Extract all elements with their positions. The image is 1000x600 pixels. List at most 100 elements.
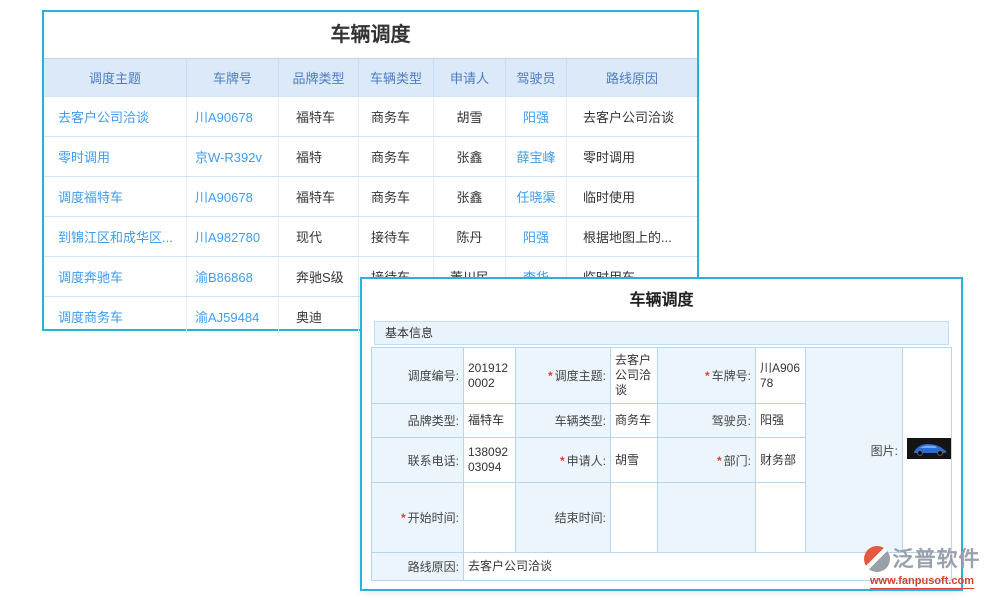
cell-plate-link[interactable]: 川A90678 [186, 97, 278, 136]
col-header-plate: 车牌号 [186, 59, 278, 96]
vehicle-dispatch-detail-panel: 车辆调度 基本信息 调度编号: 2019120002 *调度主题: 去客户公司洽… [360, 277, 963, 591]
required-marker: * [401, 511, 406, 525]
car-photo-thumbnail[interactable] [907, 438, 952, 459]
section-basic-info: 基本信息 [374, 321, 949, 345]
cell-brand: 现代 [278, 217, 358, 256]
label-text: 车辆类型: [555, 414, 606, 428]
col-header-applicant: 申请人 [433, 59, 505, 96]
cell-applicant: 陈丹 [433, 217, 505, 256]
screen: 车辆调度 调度主题 车牌号 品牌类型 车辆类型 申请人 驾驶员 路线原因 去客户… [0, 0, 1000, 600]
end-time-label: 结束时间: [516, 483, 611, 553]
cell-plate-link[interactable]: 川A90678 [186, 177, 278, 216]
cell-vtype: 商务车 [358, 137, 433, 176]
phone-field[interactable]: 13809203094 [464, 438, 516, 483]
label-text: 调度主题: [555, 369, 606, 383]
required-marker: * [705, 369, 710, 383]
vtype-label: 车辆类型: [516, 404, 611, 438]
subject-label: *调度主题: [516, 348, 611, 404]
cell-plate-link[interactable]: 渝AJ59484 [186, 297, 278, 336]
table-row: 到锦江区和成华区... 川A982780 现代 接待车 陈丹 阳强 根据地图上的… [44, 216, 697, 256]
cell-subject-link[interactable]: 调度奔驰车 [44, 257, 186, 296]
dept-label: *部门: [658, 438, 756, 483]
cell-subject-link[interactable]: 零时调用 [44, 137, 186, 176]
label-text: 联系电话: [408, 454, 459, 468]
cell-brand: 福特车 [278, 97, 358, 136]
fanpu-watermark: 泛普软件 www.fanpusoft.com [852, 546, 992, 589]
cell-reason: 去客户公司洽谈 [566, 97, 697, 136]
cell-applicant: 胡雪 [433, 97, 505, 136]
start-time-label: *开始时间: [372, 483, 464, 553]
cell-brand: 福特车 [278, 177, 358, 216]
cell-vtype: 商务车 [358, 97, 433, 136]
reason-label: 路线原因: [372, 553, 464, 581]
cell-reason: 零时调用 [566, 137, 697, 176]
fanpu-logo: 泛普软件 [852, 546, 992, 572]
cell-driver-link[interactable]: 薛宝峰 [505, 137, 566, 176]
label-text: 调度编号: [408, 369, 459, 383]
dispatch-no-label: 调度编号: [372, 348, 464, 404]
applicant-label: *申请人: [516, 438, 611, 483]
col-header-driver: 驾驶员 [505, 59, 566, 96]
dept-field[interactable]: 财务部 [756, 438, 806, 483]
cell-brand: 奔驰S级 [278, 257, 358, 296]
driver-field[interactable]: 阳强 [756, 404, 806, 438]
image-field [903, 348, 952, 553]
table-row: 调度福特车 川A90678 福特车 商务车 张鑫 任晓渠 临时使用 [44, 176, 697, 216]
label-text: 开始时间: [408, 511, 459, 525]
brand-field[interactable]: 福特车 [464, 404, 516, 438]
cell-vtype: 接待车 [358, 217, 433, 256]
required-marker: * [560, 454, 565, 468]
cell-reason: 根据地图上的... [566, 217, 697, 256]
list-title: 车辆调度 [44, 12, 697, 58]
fanpu-website-link[interactable]: www.fanpusoft.com [870, 576, 974, 589]
end-time-field[interactable] [611, 483, 658, 553]
label-text: 图片: [871, 444, 898, 458]
label-text: 品牌类型: [408, 414, 459, 428]
cell-driver-link[interactable]: 任晓渠 [505, 177, 566, 216]
cell-applicant: 张鑫 [433, 137, 505, 176]
cell-plate-link[interactable]: 川A982780 [186, 217, 278, 256]
dispatch-no-field[interactable]: 2019120002 [464, 348, 516, 404]
cell-vtype: 商务车 [358, 177, 433, 216]
vtype-field[interactable]: 商务车 [611, 404, 658, 438]
detail-title: 车辆调度 [362, 289, 961, 313]
label-text: 部门: [724, 454, 751, 468]
subject-field[interactable]: 去客户公司洽谈 [611, 348, 658, 404]
table-header-row: 调度主题 车牌号 品牌类型 车辆类型 申请人 驾驶员 路线原因 [44, 58, 697, 96]
cell-driver-link[interactable]: 阳强 [505, 217, 566, 256]
table-row: 零时调用 京W-R392v 福特 商务车 张鑫 薛宝峰 零时调用 [44, 136, 697, 176]
label-text: 申请人: [567, 454, 606, 468]
cell-brand: 福特 [278, 137, 358, 176]
plate-field[interactable]: 川A90678 [756, 348, 806, 404]
cell-subject-link[interactable]: 调度福特车 [44, 177, 186, 216]
col-header-subject: 调度主题 [44, 59, 186, 96]
phone-label: 联系电话: [372, 438, 464, 483]
col-header-vtype: 车辆类型 [358, 59, 433, 96]
cell-driver-link[interactable]: 阳强 [505, 97, 566, 136]
cell-applicant: 张鑫 [433, 177, 505, 216]
col-header-reason: 路线原因 [566, 59, 697, 96]
fanpu-logo-text: 泛普软件 [893, 549, 981, 570]
fanpu-logo-icon [864, 546, 890, 572]
col-header-brand: 品牌类型 [278, 59, 358, 96]
empty-value-cell [756, 483, 806, 553]
brand-label: 品牌类型: [372, 404, 464, 438]
cell-brand: 奥迪 [278, 297, 358, 336]
cell-plate-link[interactable]: 京W-R392v [186, 137, 278, 176]
start-time-field[interactable] [464, 483, 516, 553]
driver-label: 驾驶员: [658, 404, 756, 438]
cell-subject-link[interactable]: 调度商务车 [44, 297, 186, 336]
cell-subject-link[interactable]: 去客户公司洽谈 [44, 97, 186, 136]
applicant-field[interactable]: 胡雪 [611, 438, 658, 483]
cell-reason: 临时使用 [566, 177, 697, 216]
cell-plate-link[interactable]: 渝B86868 [186, 257, 278, 296]
plate-label: *车牌号: [658, 348, 756, 404]
cell-subject-link[interactable]: 到锦江区和成华区... [44, 217, 186, 256]
empty-label-cell [658, 483, 756, 553]
label-text: 路线原因: [408, 560, 459, 574]
table-row: 去客户公司洽谈 川A90678 福特车 商务车 胡雪 阳强 去客户公司洽谈 [44, 96, 697, 136]
required-marker: * [548, 369, 553, 383]
label-text: 车牌号: [712, 369, 751, 383]
label-text: 驾驶员: [712, 414, 751, 428]
image-label: 图片: [806, 348, 903, 553]
